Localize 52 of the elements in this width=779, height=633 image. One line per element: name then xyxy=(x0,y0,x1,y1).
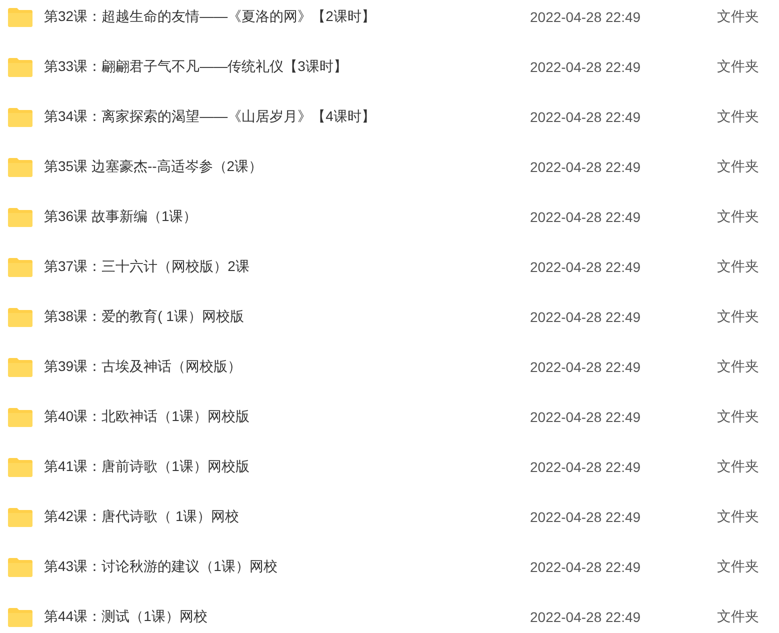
modified-date: 2022-04-28 22:49 xyxy=(530,509,642,525)
file-name[interactable]: 第44课：测试（1课）网校 xyxy=(44,608,530,626)
folder-icon xyxy=(7,308,33,326)
folder-icon xyxy=(7,358,33,376)
modified-date: 2022-04-28 22:49 xyxy=(530,159,642,175)
folder-icon xyxy=(7,8,33,26)
folder-icon xyxy=(7,608,33,626)
modified-date: 2022-04-28 22:49 xyxy=(530,109,642,125)
file-name[interactable]: 第32课：超越生命的友情——《夏洛的网》【2课时】 xyxy=(44,8,530,26)
folder-icon xyxy=(7,408,33,426)
file-name[interactable]: 第37课：三十六计（网校版）2课 xyxy=(44,258,530,276)
folder-icon xyxy=(7,558,33,576)
file-type: 文件夹 xyxy=(717,258,760,276)
folder-icon xyxy=(7,508,33,526)
modified-date: 2022-04-28 22:49 xyxy=(530,609,642,625)
file-type: 文件夹 xyxy=(717,508,760,526)
file-name[interactable]: 第35课 边塞豪杰--高适岑参（2课） xyxy=(44,158,530,176)
folder-icon xyxy=(7,258,33,276)
file-name[interactable]: 第39课：古埃及神话（网校版） xyxy=(44,358,530,376)
file-type: 文件夹 xyxy=(717,8,760,26)
modified-date: 2022-04-28 22:49 xyxy=(530,209,642,225)
file-type: 文件夹 xyxy=(717,458,760,476)
modified-date: 2022-04-28 22:49 xyxy=(530,459,642,475)
modified-date: 2022-04-28 22:49 xyxy=(530,359,642,375)
modified-date: 2022-04-28 22:49 xyxy=(530,559,642,575)
file-name[interactable]: 第42课：唐代诗歌（ 1课）网校 xyxy=(44,508,530,526)
modified-date: 2022-04-28 22:49 xyxy=(530,59,642,75)
file-name[interactable]: 第34课：离家探索的渴望——《山居岁月》【4课时】 xyxy=(44,108,530,126)
file-type: 文件夹 xyxy=(717,58,760,76)
file-type: 文件夹 xyxy=(717,208,760,226)
modified-date: 2022-04-28 22:49 xyxy=(530,259,642,275)
file-name[interactable]: 第43课：讨论秋游的建议（1课）网校 xyxy=(44,558,530,576)
folder-icon xyxy=(7,208,33,226)
file-type: 文件夹 xyxy=(717,608,760,626)
file-name[interactable]: 第40课：北欧神话（1课）网校版 xyxy=(44,408,530,426)
file-type: 文件夹 xyxy=(717,108,760,126)
file-name[interactable]: 第33课：翩翩君子气不凡——传统礼仪【3课时】 xyxy=(44,58,530,76)
folder-icon xyxy=(7,58,33,76)
file-type: 文件夹 xyxy=(717,358,760,376)
file-type: 文件夹 xyxy=(717,408,760,426)
modified-date: 2022-04-28 22:49 xyxy=(530,409,642,425)
file-name[interactable]: 第38课：爱的教育( 1课）网校版 xyxy=(44,308,530,326)
file-type: 文件夹 xyxy=(717,558,760,576)
file-name[interactable]: 第36课 故事新编（1课） xyxy=(44,208,530,226)
modified-date: 2022-04-28 22:49 xyxy=(530,9,642,25)
file-type: 文件夹 xyxy=(717,158,760,176)
folder-icon xyxy=(7,108,33,126)
folder-icon xyxy=(7,158,33,176)
folder-icon xyxy=(7,458,33,476)
file-name[interactable]: 第41课：唐前诗歌（1课）网校版 xyxy=(44,458,530,476)
file-type: 文件夹 xyxy=(717,308,760,326)
modified-date: 2022-04-28 22:49 xyxy=(530,309,642,325)
